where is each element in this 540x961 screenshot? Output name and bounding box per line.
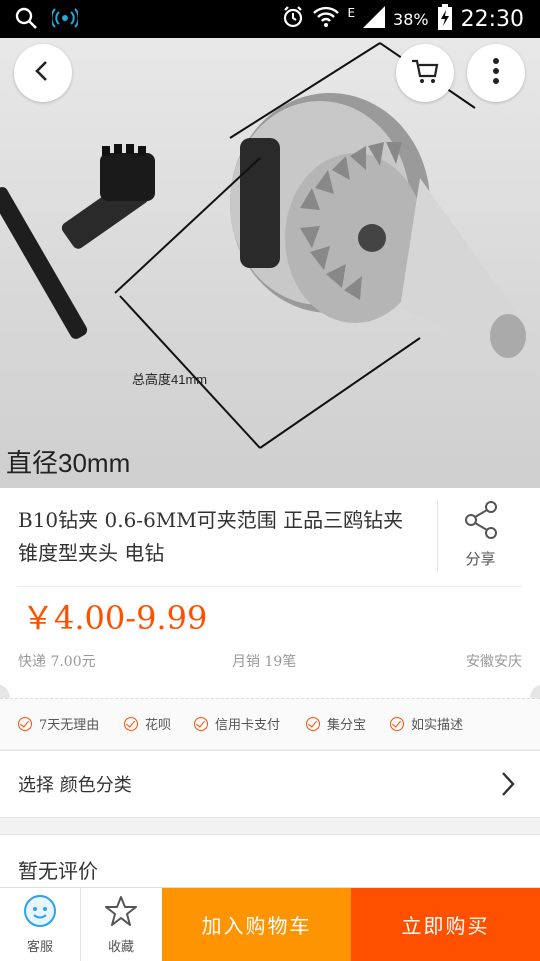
product-image[interactable]: 总高度41mm 直径30mm: [0, 38, 540, 488]
drill-chuck-illustration: 总高度41mm: [0, 42, 526, 449]
service-promises[interactable]: 7天无理由 花呗 信用卡支付 集分宝 如实描述: [0, 698, 540, 749]
height-annotation: 总高度41mm: [132, 372, 207, 387]
promise-item: 花呗: [124, 714, 171, 733]
share-label: 分享: [465, 550, 496, 568]
buy-now-button[interactable]: 立即购买: [351, 888, 540, 961]
back-icon: [31, 59, 55, 87]
chevron-right-icon: [500, 771, 516, 801]
customer-service-label: 客服: [26, 940, 53, 955]
divider: [18, 586, 522, 587]
select-options-row[interactable]: 选择 颜色分类: [0, 750, 540, 818]
battery-percent: 38%: [393, 9, 429, 29]
share-icon: [463, 500, 499, 544]
promise-item: 如实描述: [390, 714, 463, 733]
bottom-action-bar: 客服 收藏 加入购物车 立即购买: [0, 887, 540, 961]
cart-button[interactable]: [396, 44, 454, 102]
check-icon: [306, 716, 320, 731]
check-icon: [194, 716, 208, 731]
customer-service-icon: [23, 894, 57, 932]
more-button[interactable]: [467, 44, 525, 102]
product-info: B10钻夹 0.6-6MM可夹范围 正品三鸥钻夹 锥度型夹头 电钻 分享 ￥4.…: [0, 488, 540, 698]
reviews-section: 暂无评价: [0, 834, 540, 895]
favorite-button[interactable]: 收藏: [81, 888, 161, 961]
back-button[interactable]: [14, 44, 72, 102]
promise-item: 集分宝: [306, 714, 366, 733]
alarm-icon: [281, 5, 305, 33]
favorite-label: 收藏: [107, 940, 134, 955]
cart-icon: [410, 56, 440, 90]
more-icon: [492, 57, 500, 89]
star-icon: [104, 894, 138, 932]
no-reviews-label: 暂无评价: [18, 859, 98, 883]
status-bar: E 38% 22:30: [0, 0, 540, 38]
monthly-sales: 月销 19笔: [232, 654, 297, 670]
hero-caption: 直径30mm: [6, 448, 131, 478]
promise-item: 7天无理由: [18, 714, 99, 733]
wifi-hotspot-icon: [50, 6, 80, 34]
signal-icon: [363, 6, 386, 32]
product-title: B10钻夹 0.6-6MM可夹范围 正品三鸥钻夹 锥度型夹头 电钻: [18, 508, 404, 565]
share-button[interactable]: 分享: [437, 500, 523, 572]
network-type: E: [347, 6, 356, 20]
check-icon: [124, 716, 138, 731]
shipping-fee: 快递 7.00元: [18, 654, 96, 670]
price: ￥4.00-9.99: [22, 599, 208, 637]
chuck-body-illustration: [230, 93, 526, 358]
search-icon: [14, 6, 38, 34]
seller-location: 安徽安庆: [466, 654, 522, 670]
add-to-cart-button[interactable]: 加入购物车: [162, 888, 351, 961]
chuck-key-illustration: [0, 144, 155, 339]
battery-icon: [437, 4, 453, 34]
check-icon: [18, 716, 32, 731]
wifi-icon: [313, 6, 340, 32]
clock: 22:30: [460, 6, 524, 32]
select-options-label: 选择 颜色分类: [18, 775, 132, 796]
promise-item: 信用卡支付: [194, 714, 280, 733]
customer-service-button[interactable]: 客服: [0, 888, 81, 961]
check-icon: [390, 716, 404, 731]
